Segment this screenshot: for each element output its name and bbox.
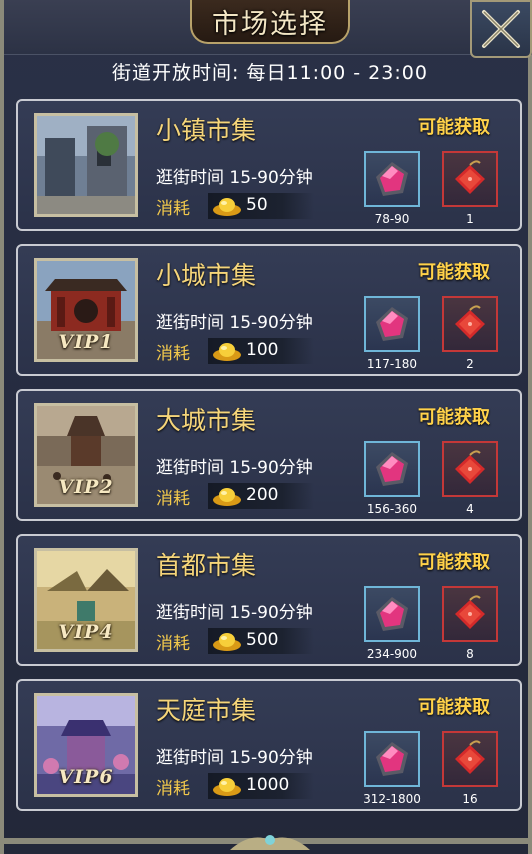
pink-gem-icon <box>376 452 408 486</box>
gold-ingot-icon <box>213 778 241 796</box>
cost-value: 1000 <box>246 775 290 795</box>
market-thumbnail: VIP2 <box>34 403 138 507</box>
close-button[interactable] <box>470 0 532 58</box>
title-plate: 市场选择 <box>190 0 350 44</box>
reward-item-gem[interactable] <box>364 731 420 787</box>
pink-gem-icon <box>376 307 408 341</box>
red-pouch-icon <box>455 450 485 484</box>
market-card-city[interactable]: VIP1 小城市集 可能获取 逛街时间 15-90分钟 消耗 100 117-1… <box>16 244 522 376</box>
reward-item-gem[interactable] <box>364 151 420 207</box>
market-name: 大城市集 <box>156 406 257 435</box>
gem-count: 78-90 <box>374 212 410 226</box>
market-name: 首都市集 <box>156 551 257 580</box>
red-pouch-icon <box>455 305 485 339</box>
market-card-capital[interactable]: VIP4 首都市集 可能获取 逛街时间 15-90分钟 消耗 500 234-9… <box>16 534 522 666</box>
gold-ingot-icon <box>213 488 241 506</box>
market-card-heaven[interactable]: VIP6 天庭市集 可能获取 逛街时间 15-90分钟 消耗 1000 312-… <box>16 679 522 811</box>
red-pouch-icon <box>455 160 485 194</box>
pink-gem-icon <box>376 742 408 776</box>
browse-duration: 逛街时间 15-90分钟 <box>156 168 313 188</box>
cost-value: 200 <box>246 485 279 505</box>
market-card-big-city[interactable]: VIP2 大城市集 可能获取 逛街时间 15-90分钟 消耗 200 156-3… <box>16 389 522 521</box>
reward-item-pouch[interactable] <box>442 731 498 787</box>
market-name: 小城市集 <box>156 261 257 290</box>
cost-label: 消耗 <box>156 634 190 654</box>
cost-bar: 200 <box>208 483 314 509</box>
pouch-count: 4 <box>466 502 474 516</box>
pouch-count: 16 <box>462 792 478 806</box>
reward-item-gem[interactable] <box>364 296 420 352</box>
market-thumbnail: VIP4 <box>34 548 138 652</box>
market-thumbnail <box>34 113 138 217</box>
reward-item-pouch[interactable] <box>442 296 498 352</box>
cost-value: 50 <box>246 195 268 215</box>
pouch-count: 8 <box>466 647 474 661</box>
possible-reward-label: 可能获取 <box>418 407 490 428</box>
gem-count: 312-1800 <box>363 792 421 806</box>
window-title: 市场选择 <box>212 8 328 40</box>
possible-reward-label: 可能获取 <box>418 697 490 718</box>
vip-badge: VIP4 <box>58 621 114 643</box>
reward-item-pouch[interactable] <box>442 586 498 642</box>
market-thumbnail: VIP6 <box>34 693 138 797</box>
reward-item-pouch[interactable] <box>442 441 498 497</box>
cost-label: 消耗 <box>156 199 190 219</box>
gold-ingot-icon <box>213 633 241 651</box>
pink-gem-icon <box>376 597 408 631</box>
reward-item-gem[interactable] <box>364 586 420 642</box>
browse-duration: 逛街时间 15-90分钟 <box>156 313 313 333</box>
cost-bar: 1000 <box>208 773 314 799</box>
vip-badge: VIP2 <box>58 476 114 498</box>
close-icon <box>482 10 520 48</box>
reward-item-gem[interactable] <box>364 441 420 497</box>
pink-gem-icon <box>376 162 408 196</box>
market-name: 小镇市集 <box>156 116 257 145</box>
market-thumbnail: VIP1 <box>34 258 138 362</box>
vip-badge: VIP1 <box>58 331 114 353</box>
cost-value: 100 <box>246 340 279 360</box>
cost-label: 消耗 <box>156 344 190 364</box>
market-select-window: 市场选择 街道开放时间: 每日11:00 - 23:00 小镇市集 可能获取 逛… <box>0 0 532 854</box>
vip-badge: VIP6 <box>58 766 114 788</box>
cost-label: 消耗 <box>156 489 190 509</box>
red-pouch-icon <box>455 740 485 774</box>
gold-ingot-icon <box>213 198 241 216</box>
cost-bar: 50 <box>208 193 314 219</box>
pouch-count: 2 <box>466 357 474 371</box>
cost-label: 消耗 <box>156 779 190 799</box>
possible-reward-label: 可能获取 <box>418 117 490 138</box>
gem-count: 234-900 <box>366 647 418 661</box>
reward-item-pouch[interactable] <box>442 151 498 207</box>
pouch-count: 1 <box>466 212 474 226</box>
gold-ingot-icon <box>213 343 241 361</box>
browse-duration: 逛街时间 15-90分钟 <box>156 603 313 623</box>
browse-duration: 逛街时间 15-90分钟 <box>156 458 313 478</box>
market-name: 天庭市集 <box>156 696 257 725</box>
possible-reward-label: 可能获取 <box>418 552 490 573</box>
market-card-town[interactable]: 小镇市集 可能获取 逛街时间 15-90分钟 消耗 50 78-90 1 <box>16 99 522 231</box>
gem-count: 117-180 <box>366 357 418 371</box>
opening-hours: 街道开放时间: 每日11:00 - 23:00 <box>112 62 428 84</box>
red-pouch-icon <box>455 595 485 629</box>
cost-bar: 100 <box>208 338 314 364</box>
cost-bar: 500 <box>208 628 314 654</box>
possible-reward-label: 可能获取 <box>418 262 490 283</box>
bottom-ornament <box>4 835 532 850</box>
gem-count: 156-360 <box>366 502 418 516</box>
browse-duration: 逛街时间 15-90分钟 <box>156 748 313 768</box>
cost-value: 500 <box>246 630 279 650</box>
